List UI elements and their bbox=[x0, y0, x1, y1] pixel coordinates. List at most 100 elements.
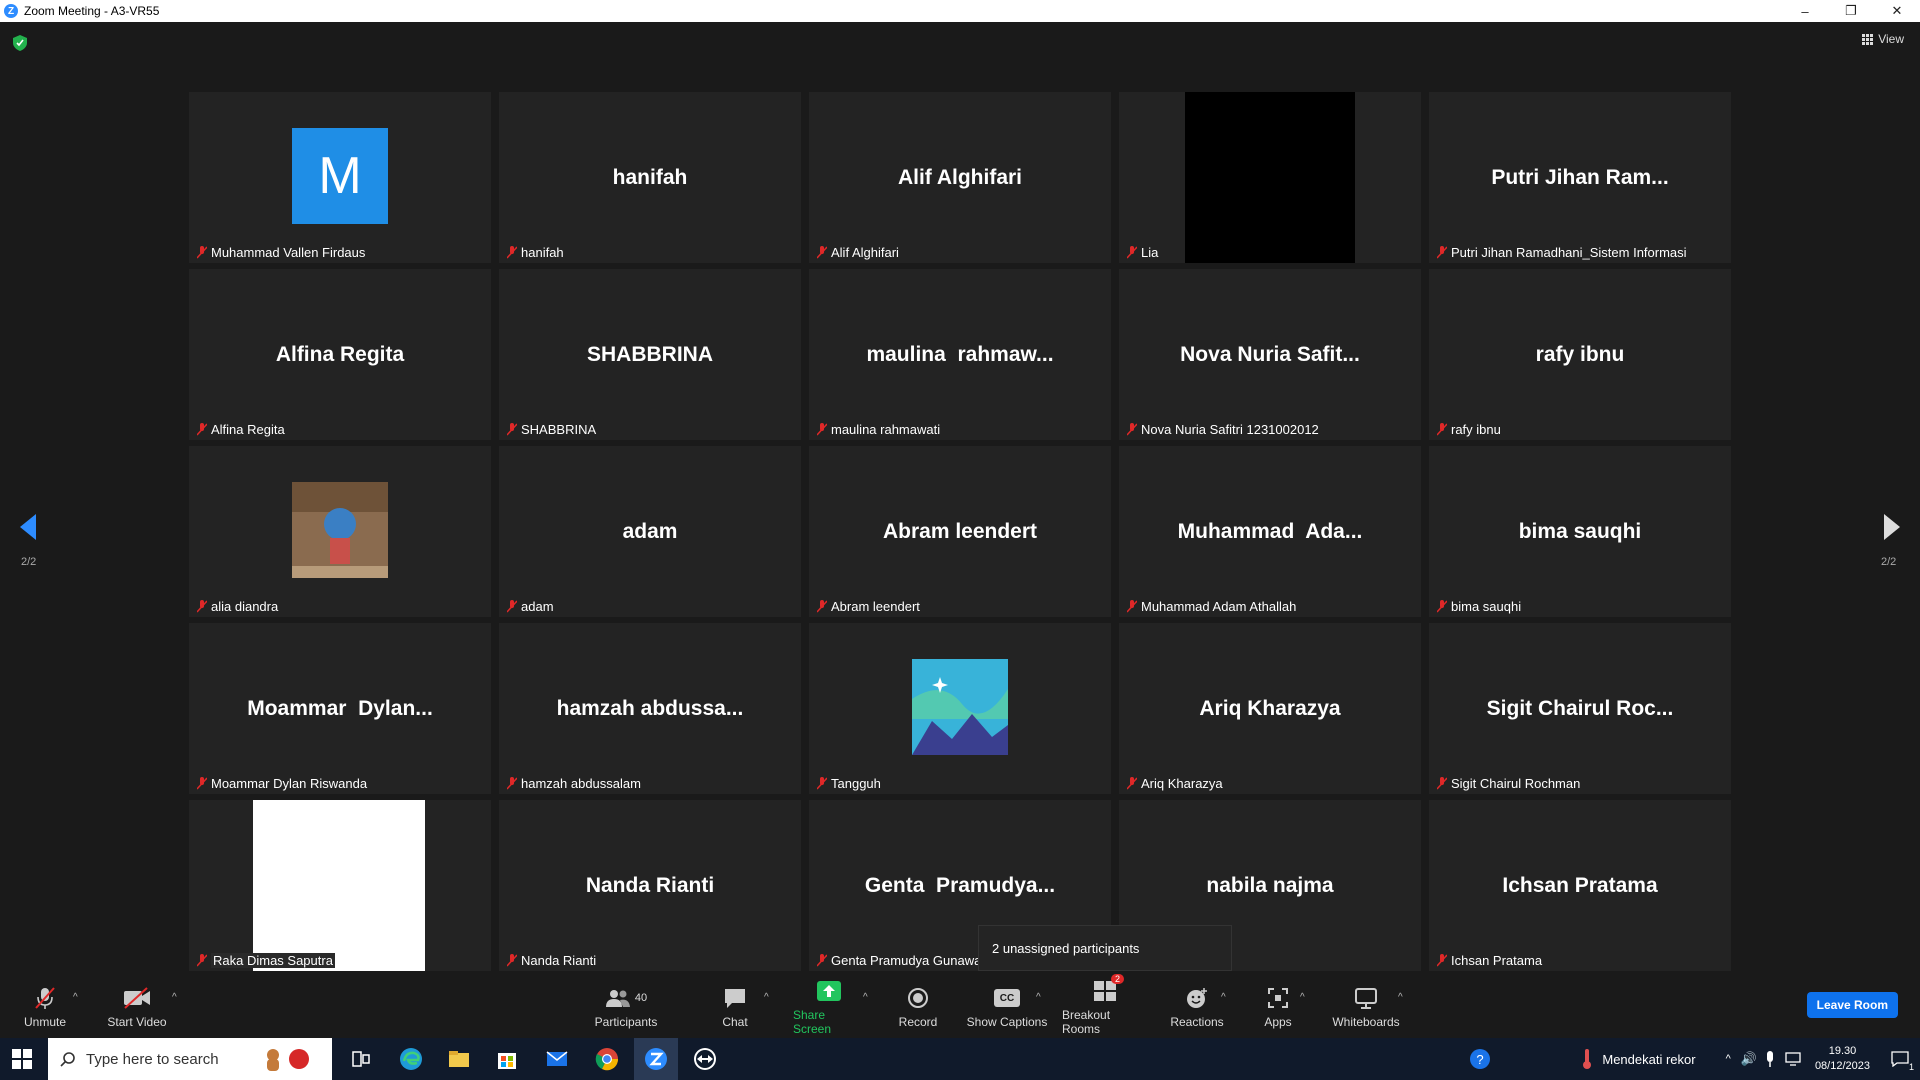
participant-tile[interactable]: Ichsan Pratama Ichsan Pratama bbox=[1429, 800, 1731, 971]
start-video-button[interactable]: Start Video bbox=[106, 976, 168, 1038]
teamviewer-icon[interactable] bbox=[692, 1046, 718, 1072]
microphone-in-use-icon[interactable] bbox=[1765, 1051, 1775, 1067]
security-shield-icon[interactable] bbox=[13, 35, 27, 51]
show-captions-label: Show Captions bbox=[966, 1015, 1048, 1029]
weather-text[interactable]: Mendekati rekor bbox=[1602, 1052, 1695, 1067]
windows-start-icon[interactable] bbox=[12, 1049, 32, 1069]
microsoft-store-icon[interactable] bbox=[494, 1046, 520, 1072]
zoom-taskbar-active[interactable] bbox=[634, 1038, 678, 1080]
record-icon bbox=[908, 988, 928, 1008]
view-button[interactable]: View bbox=[1862, 32, 1904, 46]
tray-chevron-icon[interactable]: ^ bbox=[1726, 1053, 1731, 1065]
participant-name: Muhammad Adam Athallah bbox=[1141, 599, 1297, 614]
participant-tile[interactable]: hanifah hanifah bbox=[499, 92, 801, 263]
view-label: View bbox=[1878, 32, 1904, 46]
show-captions-button[interactable]: CC Show Captions bbox=[966, 976, 1048, 1038]
participant-tile[interactable]: Nova Nuria Safit... Nova Nuria Safitri 1… bbox=[1119, 269, 1421, 440]
participant-tile[interactable]: Alfina Regita Alfina Regita bbox=[189, 269, 491, 440]
participant-tile[interactable]: bima sauqhi bima sauqhi bbox=[1429, 446, 1731, 617]
participant-display-name: Sigit Chairul Roc... bbox=[1486, 696, 1674, 720]
participant-tile[interactable]: M Muhammad Vallen Firdaus bbox=[189, 92, 491, 263]
close-button[interactable]: ✕ bbox=[1874, 0, 1920, 22]
apps-icon bbox=[1268, 988, 1288, 1008]
participant-tile[interactable]: Abram leendert Abram leendert bbox=[809, 446, 1111, 617]
apps-options-caret-icon[interactable]: ^ bbox=[1300, 992, 1305, 1003]
participants-label: Participants bbox=[594, 1015, 658, 1029]
participant-name: Sigit Chairul Rochman bbox=[1451, 776, 1581, 791]
unmute-button[interactable]: Unmute bbox=[22, 976, 68, 1038]
muted-mic-icon bbox=[197, 777, 207, 790]
taskbar-search-box[interactable]: Type here to search bbox=[48, 1038, 332, 1080]
file-explorer-icon[interactable] bbox=[446, 1046, 472, 1072]
participant-name: Muhammad Vallen Firdaus bbox=[211, 245, 366, 260]
participant-name: hanifah bbox=[521, 245, 564, 260]
participant-tile[interactable]: Alif Alghifari Alif Alghifari bbox=[809, 92, 1111, 263]
participant-tile[interactable]: Raka Dimas Saputra bbox=[189, 800, 491, 971]
volume-icon[interactable]: 🔊 bbox=[1741, 1051, 1757, 1067]
share-options-caret-icon[interactable]: ^ bbox=[863, 992, 868, 1003]
video-options-caret-icon[interactable]: ^ bbox=[172, 992, 177, 1003]
participant-tile[interactable]: Moammar Dylan... Moammar Dylan Riswanda bbox=[189, 623, 491, 794]
edge-browser-icon[interactable] bbox=[398, 1046, 424, 1072]
help-icon[interactable]: ? bbox=[1468, 1047, 1492, 1071]
participant-tile[interactable]: SHABBRINA SHABBRINA bbox=[499, 269, 801, 440]
record-button[interactable]: Record bbox=[896, 976, 940, 1038]
participant-display-name: Muhammad Ada... bbox=[1177, 519, 1363, 543]
chat-button[interactable]: Chat bbox=[716, 976, 754, 1038]
apps-button[interactable]: Apps bbox=[1256, 976, 1300, 1038]
page-indicator-left: 2/2 bbox=[21, 556, 37, 568]
restore-button[interactable]: ❐ bbox=[1828, 0, 1874, 22]
participant-tile[interactable]: Putri Jihan Ram... Putri Jihan Ramadhani… bbox=[1429, 92, 1731, 263]
participant-display-name: Abram leendert bbox=[882, 519, 1038, 543]
mail-icon[interactable] bbox=[544, 1046, 570, 1072]
muted-mic-icon bbox=[507, 600, 517, 613]
minimize-button[interactable]: – bbox=[1782, 0, 1828, 22]
chat-options-caret-icon[interactable]: ^ bbox=[764, 992, 769, 1003]
participant-tile[interactable]: Lia bbox=[1119, 92, 1421, 263]
reactions-button[interactable]: Reactions bbox=[1170, 976, 1224, 1038]
zoom-logo-icon: Z bbox=[4, 4, 18, 18]
muted-mic-icon bbox=[1127, 777, 1137, 790]
muted-mic-icon bbox=[197, 246, 207, 259]
previous-page-arrow-icon[interactable] bbox=[18, 512, 38, 542]
participant-tile[interactable]: maulina rahmaw... maulina rahmawati bbox=[809, 269, 1111, 440]
participant-tile[interactable]: Ariq Kharazya Ariq Kharazya bbox=[1119, 623, 1421, 794]
clock-date: 08/12/2023 bbox=[1814, 1060, 1870, 1072]
audio-options-caret-icon[interactable]: ^ bbox=[73, 992, 78, 1003]
participant-tile[interactable]: Muhammad Ada... Muhammad Adam Athallah bbox=[1119, 446, 1421, 617]
participant-video bbox=[253, 800, 425, 971]
whiteboard-icon bbox=[1355, 988, 1377, 1009]
participant-display-name: SHABBRINA bbox=[587, 342, 713, 366]
participant-tile[interactable]: alia diandra bbox=[189, 446, 491, 617]
leave-room-button[interactable]: Leave Room bbox=[1806, 992, 1898, 1018]
participant-name: hamzah abdussalam bbox=[521, 776, 641, 791]
participant-tile[interactable]: Nanda Rianti Nanda Rianti bbox=[499, 800, 801, 971]
participant-tile[interactable]: Sigit Chairul Roc... Sigit Chairul Rochm… bbox=[1429, 623, 1731, 794]
chrome-browser-icon[interactable] bbox=[594, 1046, 620, 1072]
taskbar-clock[interactable]: 19.30 08/12/2023 bbox=[1815, 1044, 1870, 1074]
participant-name: Alfina Regita bbox=[211, 422, 285, 437]
whiteboards-options-caret-icon[interactable]: ^ bbox=[1398, 992, 1403, 1003]
participant-display-name: hamzah abdussa... bbox=[556, 696, 744, 720]
participant-tile[interactable]: adam adam bbox=[499, 446, 801, 617]
network-icon[interactable] bbox=[1785, 1052, 1801, 1066]
participant-display-name: Putri Jihan Ram... bbox=[1491, 165, 1669, 189]
next-page-arrow-icon[interactable] bbox=[1882, 512, 1902, 542]
participant-tile[interactable]: Tangguh bbox=[809, 623, 1111, 794]
page-indicator-right: 2/2 bbox=[1881, 556, 1897, 568]
participant-name-label: bima sauqhi bbox=[1434, 598, 1524, 615]
participant-tile[interactable]: hamzah abdussa... hamzah abdussalam bbox=[499, 623, 801, 794]
muted-mic-icon bbox=[507, 954, 517, 967]
participant-name-label: Putri Jihan Ramadhani_Sistem Informasi bbox=[1434, 244, 1690, 261]
participant-name-label: Sigit Chairul Rochman bbox=[1434, 775, 1583, 792]
participants-button[interactable]: 40 Participants bbox=[590, 976, 662, 1038]
breakout-rooms-button[interactable]: 2 Breakout Rooms bbox=[1062, 974, 1150, 1038]
share-screen-button[interactable]: Share Screen bbox=[793, 976, 865, 1038]
reactions-options-caret-icon[interactable]: ^ bbox=[1221, 992, 1226, 1003]
participant-tile[interactable]: rafy ibnu rafy ibnu bbox=[1429, 269, 1731, 440]
whiteboards-button[interactable]: Whiteboards bbox=[1328, 976, 1404, 1038]
task-view-icon[interactable] bbox=[348, 1046, 374, 1072]
breakout-badge: 2 bbox=[1110, 974, 1124, 984]
notification-center-button[interactable]: 1 bbox=[1880, 1038, 1920, 1080]
captions-options-caret-icon[interactable]: ^ bbox=[1036, 992, 1041, 1003]
